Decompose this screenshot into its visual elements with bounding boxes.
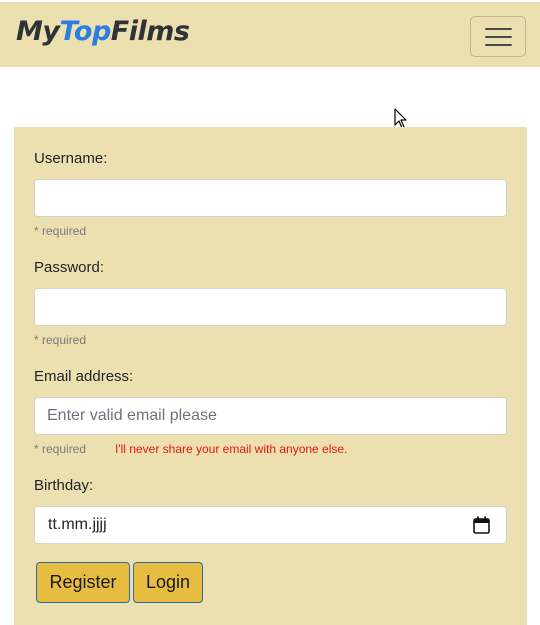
- login-button[interactable]: Login: [133, 562, 203, 603]
- username-label: Username:: [34, 150, 108, 167]
- password-label: Password:: [34, 259, 105, 276]
- password-required-hint: * required: [34, 333, 87, 347]
- calendar-icon[interactable]: [473, 516, 490, 534]
- brand-part-top: Top: [59, 16, 111, 47]
- email-label: Email address:: [34, 368, 134, 385]
- register-button[interactable]: Register: [36, 562, 130, 603]
- birthday-date-placeholder: tt.mm.jjjj: [48, 516, 107, 533]
- email-required-hint: * required: [34, 442, 87, 456]
- password-input[interactable]: [34, 288, 507, 326]
- brand-logo[interactable]: MyTopFilms: [16, 16, 190, 47]
- birthday-date-input[interactable]: tt.mm.jjjj: [34, 506, 507, 544]
- email-input[interactable]: [34, 397, 507, 435]
- hamburger-menu-icon: [485, 28, 512, 30]
- navbar: MyTopFilms: [0, 2, 540, 67]
- navbar-toggler-button[interactable]: [470, 16, 526, 57]
- registration-form: Username: * required Password: * require…: [14, 127, 527, 625]
- brand-part-my: My: [16, 16, 60, 47]
- birthday-label: Birthday:: [34, 477, 94, 494]
- username-input[interactable]: [34, 179, 507, 217]
- email-privacy-note: I'll never share your email with anyone …: [115, 442, 348, 456]
- username-required-hint: * required: [34, 224, 87, 238]
- brand-part-films: Films: [110, 16, 190, 47]
